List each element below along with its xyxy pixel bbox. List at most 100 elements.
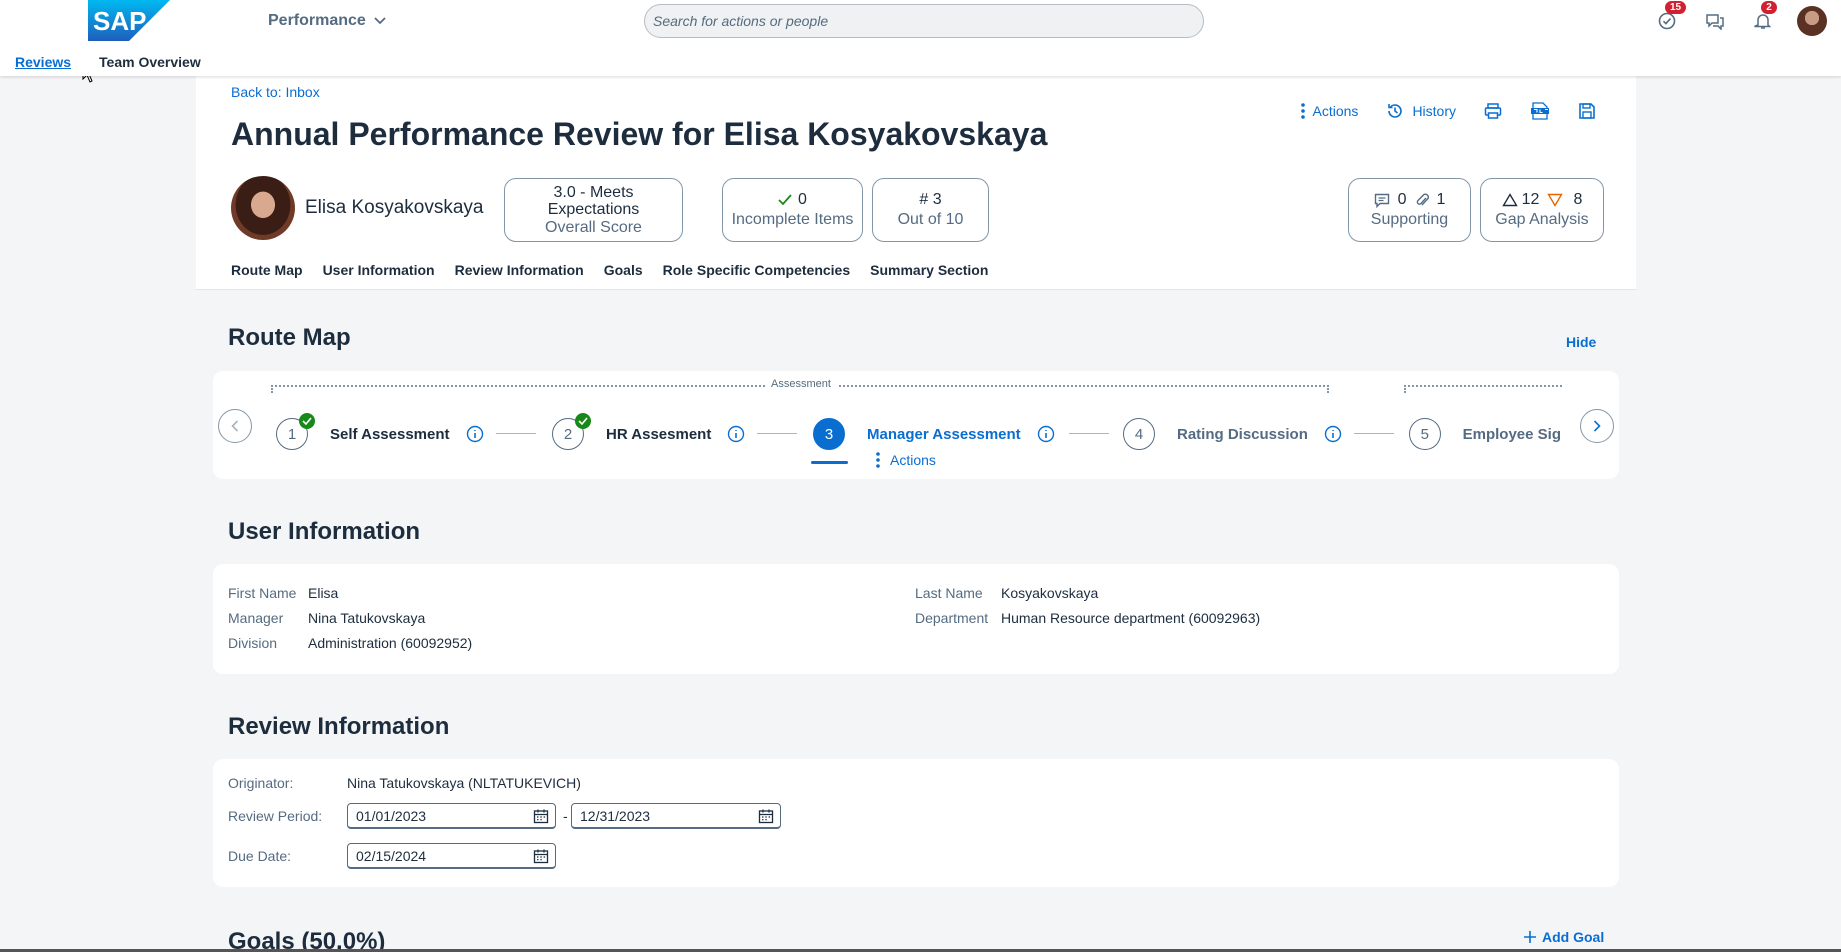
- gap-analysis-tile[interactable]: 12 8 Gap Analysis: [1480, 178, 1604, 242]
- step-number: 1: [276, 413, 315, 450]
- step-hr-assesment[interactable]: 2 HR Assesment: [552, 413, 745, 450]
- step-label: Rating Discussion: [1177, 425, 1308, 443]
- employee-avatar[interactable]: [231, 176, 295, 240]
- info-icon[interactable]: [1037, 425, 1055, 443]
- overflow-vertical-icon: [876, 452, 880, 468]
- tab-review-information[interactable]: Review Information: [455, 262, 584, 278]
- phase-bracket-next: [1404, 385, 1562, 393]
- back-to-inbox-link[interactable]: Back to: Inbox: [231, 84, 320, 100]
- print-icon: [1484, 103, 1502, 119]
- period-separator: -: [563, 808, 568, 824]
- pdf-icon: [1531, 102, 1549, 120]
- first-name-value: Elisa: [308, 585, 339, 601]
- current-step-indicator: [811, 461, 848, 464]
- step-manager-assessment[interactable]: 3 Manager Assessment: [813, 418, 1055, 450]
- pdf-button[interactable]: [1530, 102, 1550, 120]
- feedback-icon: [1706, 14, 1724, 30]
- info-icon[interactable]: [727, 425, 745, 443]
- review-period-start-input[interactable]: [356, 807, 476, 824]
- step-actions-label: Actions: [890, 452, 936, 468]
- step-self-assessment[interactable]: 1 Self Assessment: [276, 413, 484, 450]
- search-input[interactable]: [653, 13, 1203, 29]
- employee-name: Elisa Kosyakovskaya: [305, 197, 484, 218]
- overflow-vertical-icon: [1300, 103, 1305, 119]
- step-number-text: 5: [1420, 425, 1429, 443]
- feedback-button[interactable]: [1701, 7, 1729, 35]
- attachments-count: 1: [1436, 191, 1446, 208]
- info-icon[interactable]: [466, 425, 484, 443]
- overall-score-value-line2: Expectations: [547, 200, 640, 218]
- originator-label: Originator:: [228, 775, 294, 791]
- step-label: Employee Sig: [1462, 425, 1561, 443]
- add-goal-label: Add Goal: [1542, 929, 1605, 945]
- step-number-text: 1: [287, 425, 297, 443]
- subnav-team-overview[interactable]: Team Overview: [99, 54, 201, 70]
- print-button[interactable]: [1484, 102, 1502, 120]
- step-connector: [1354, 433, 1394, 434]
- due-date-picker[interactable]: [347, 843, 556, 869]
- calendar-icon[interactable]: [758, 808, 774, 824]
- page-title: Annual Performance Review for Elisa Kosy…: [231, 116, 1048, 152]
- review-period-label: Review Period:: [228, 808, 323, 824]
- save-button[interactable]: [1578, 102, 1596, 120]
- history-button[interactable]: History: [1386, 102, 1456, 120]
- info-icon[interactable]: [1324, 425, 1342, 443]
- route-map-next-button[interactable]: [1580, 409, 1614, 443]
- user-avatar[interactable]: [1797, 6, 1827, 36]
- user-information-title: User Information: [228, 518, 421, 545]
- tab-role-specific-competencies[interactable]: Role Specific Competencies: [663, 262, 851, 278]
- notifications-badge: 2: [1761, 1, 1777, 14]
- chevron-right-icon: [1593, 420, 1601, 432]
- due-date-input[interactable]: [356, 847, 476, 864]
- overall-score-tile[interactable]: 3.0 - Meets Expectations Overall Score: [504, 178, 683, 242]
- step-progress-value: # 3: [919, 191, 942, 208]
- attachment-icon: [1416, 193, 1429, 206]
- overall-score-value-line1: 3.0 - Meets: [553, 183, 634, 201]
- subnav-reviews-link[interactable]: Reviews: [15, 54, 71, 70]
- route-map-previous-button[interactable]: [218, 409, 252, 443]
- originator-value: Nina Tatukovskaya (NLTATUKEVICH): [347, 775, 581, 791]
- review-period-start-picker[interactable]: [347, 803, 556, 829]
- history-label: History: [1412, 103, 1456, 119]
- incomplete-items-tile[interactable]: 0 Incomplete Items: [722, 178, 863, 242]
- step-progress-label: Out of 10: [897, 211, 964, 228]
- step-progress-tile[interactable]: # 3 Out of 10: [872, 178, 989, 242]
- division-label: Division: [228, 635, 278, 651]
- chevron-down-icon: [374, 17, 386, 25]
- tab-goals[interactable]: Goals: [604, 262, 643, 278]
- calendar-icon[interactable]: [533, 808, 549, 824]
- hide-route-map-link[interactable]: Hide: [1566, 334, 1596, 350]
- incomplete-items-label: Incomplete Items: [731, 211, 854, 228]
- chevron-left-icon: [231, 420, 239, 432]
- section-tabs: Route Map User Information Review Inform…: [231, 262, 988, 278]
- sap-logo[interactable]: SAP: [88, 0, 170, 41]
- step-rating-discussion[interactable]: 4 Rating Discussion: [1123, 418, 1342, 450]
- add-goal-button[interactable]: Add Goal: [1524, 929, 1604, 945]
- notifications-button[interactable]: 2: [1749, 1, 1777, 35]
- bell-icon: [1754, 14, 1772, 29]
- review-period-end-input[interactable]: [580, 807, 700, 824]
- incomplete-items-value: 0: [798, 191, 807, 208]
- tab-user-information[interactable]: User Information: [323, 262, 435, 278]
- app-title-menu[interactable]: Performance: [268, 12, 386, 30]
- review-period-end-picker[interactable]: [571, 803, 781, 829]
- step-actions-menu[interactable]: Actions: [876, 452, 936, 468]
- actions-label: Actions: [1312, 103, 1359, 119]
- tab-route-map[interactable]: Route Map: [231, 262, 303, 278]
- search-field[interactable]: [644, 4, 1204, 38]
- first-name-label: First Name: [228, 585, 297, 601]
- step-employee-signature[interactable]: 5 Employee Sig: [1409, 418, 1561, 450]
- actions-menu-button[interactable]: Actions: [1300, 103, 1359, 119]
- tab-summary-section[interactable]: Summary Section: [870, 262, 988, 278]
- app-title: Performance: [268, 12, 366, 29]
- calendar-icon[interactable]: [533, 848, 549, 864]
- supporting-label: Supporting: [1370, 211, 1449, 228]
- comments-count: 0: [1397, 191, 1407, 208]
- tasks-badge: 15: [1665, 1, 1687, 14]
- logo-text: SAP: [93, 6, 146, 36]
- tasks-button[interactable]: 15: [1653, 1, 1687, 35]
- history-icon: [1388, 104, 1403, 118]
- supporting-tile[interactable]: 0 1 Supporting: [1348, 178, 1471, 242]
- triangle-up-icon: [1501, 193, 1518, 207]
- save-icon: [1579, 103, 1595, 119]
